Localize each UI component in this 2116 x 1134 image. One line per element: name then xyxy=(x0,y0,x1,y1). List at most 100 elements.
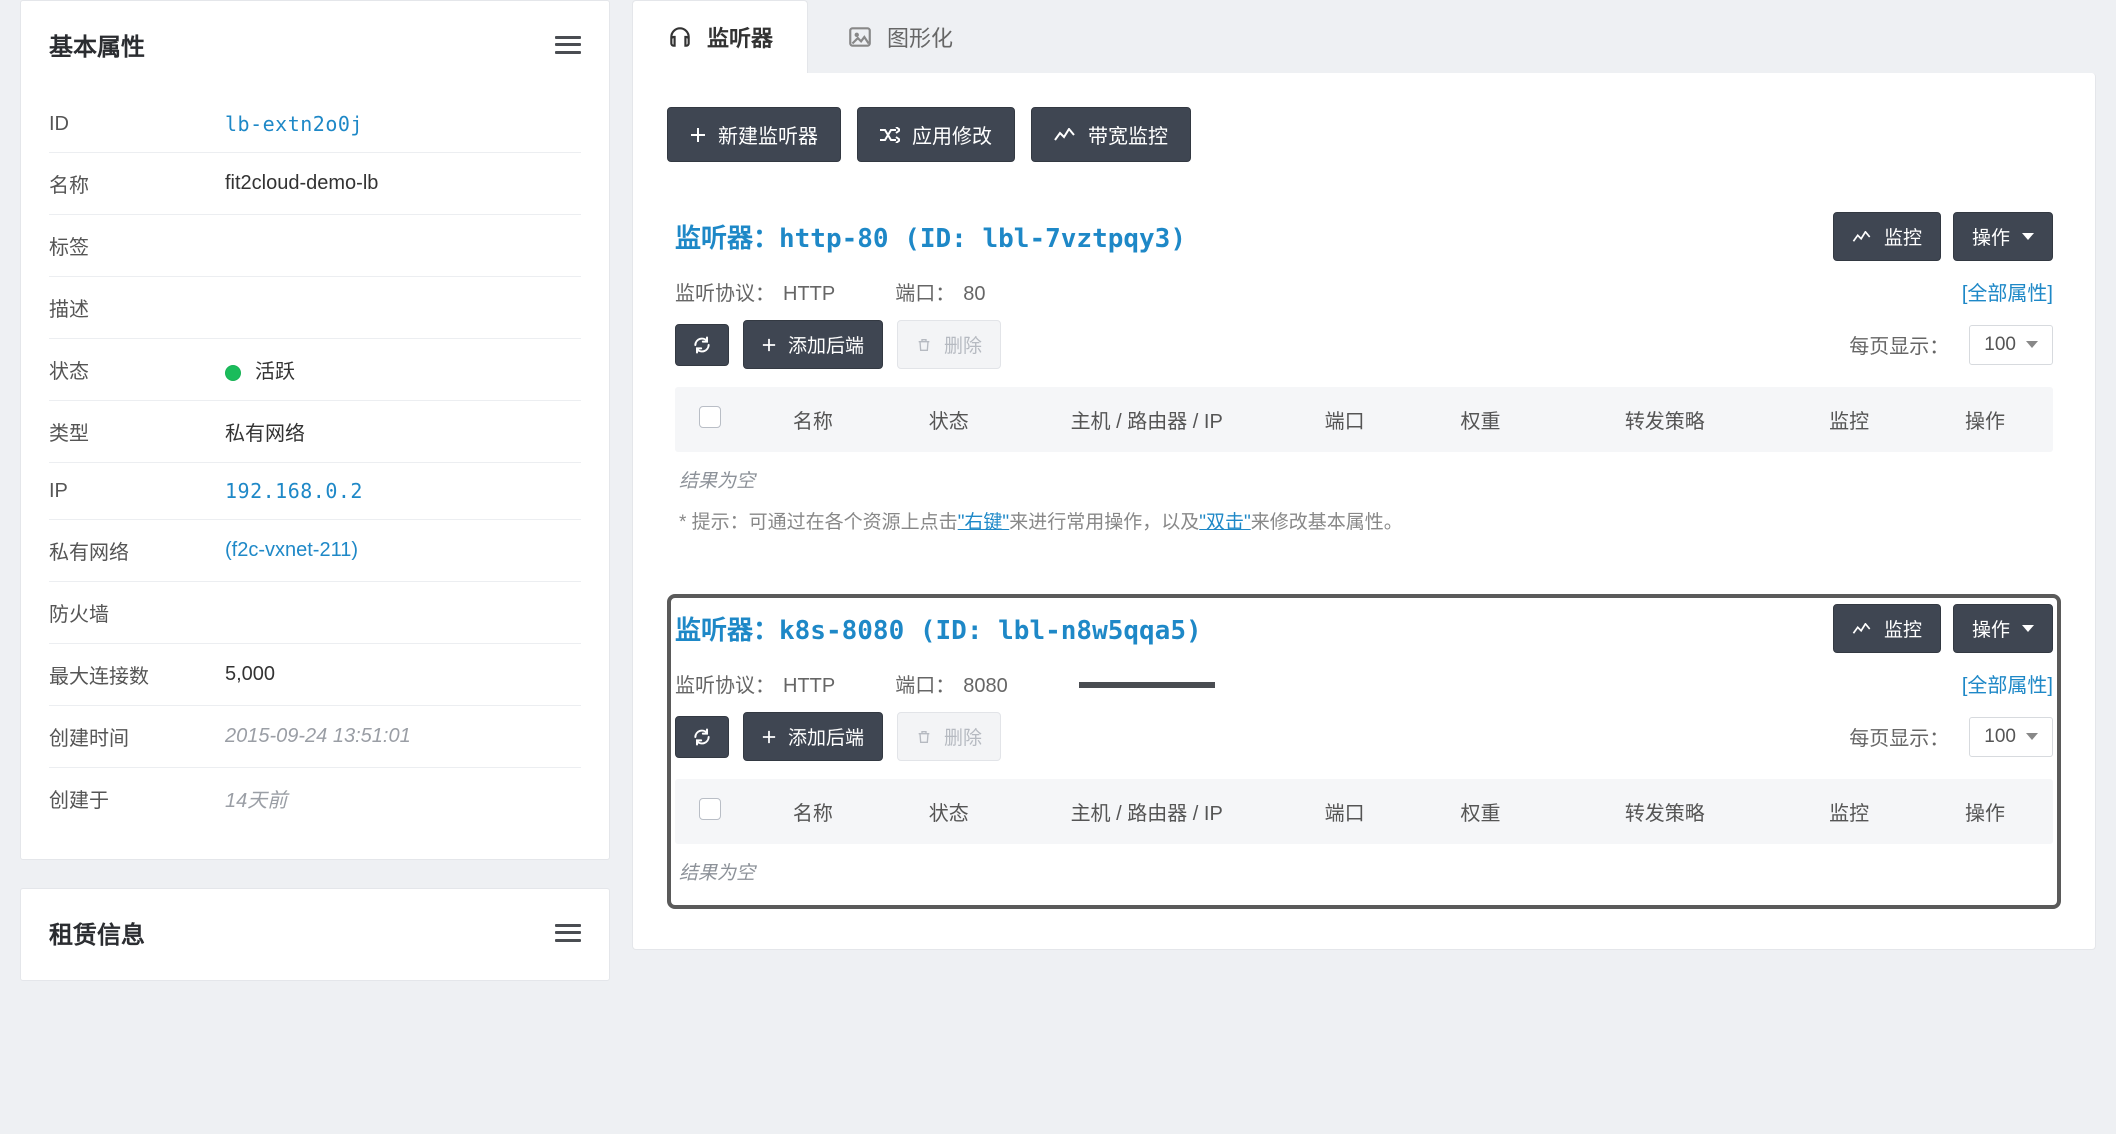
new-listener-button[interactable]: 新建监听器 xyxy=(667,107,841,162)
attr-status-value: 活跃 xyxy=(225,355,295,384)
caret-down-icon xyxy=(2022,625,2034,632)
global-action-bar: 新建监听器 应用修改 带宽监控 xyxy=(667,107,2061,162)
col-port: 端口 xyxy=(1277,779,1413,844)
listener-port: 端口：80 xyxy=(895,277,985,306)
listener-protocol: 监听协议：HTTP xyxy=(675,277,835,306)
per-page-select[interactable]: 100 xyxy=(1969,325,2053,365)
bandwidth-monitor-button[interactable]: 带宽监控 xyxy=(1031,107,1191,162)
apply-changes-button[interactable]: 应用修改 xyxy=(857,107,1015,162)
chart-line-icon xyxy=(1054,128,1076,142)
panel-menu-icon[interactable] xyxy=(555,36,581,54)
attr-tags-label: 标签 xyxy=(49,231,225,260)
col-host: 主机 / 路由器 / IP xyxy=(1017,387,1277,452)
col-policy: 转发策略 xyxy=(1548,387,1781,452)
attr-id-label: ID xyxy=(49,113,225,136)
plus-icon xyxy=(762,338,776,352)
col-policy: 转发策略 xyxy=(1548,779,1781,844)
caret-down-icon xyxy=(2026,733,2038,740)
attr-maxconn-label: 最大连接数 xyxy=(49,660,225,689)
tab-content: 新建监听器 应用修改 带宽监控 监听器：http-80 (ID: lbl-7vz… xyxy=(632,73,2096,950)
monitor-button[interactable]: 监控 xyxy=(1833,604,1941,653)
col-host: 主机 / 路由器 / IP xyxy=(1017,779,1277,844)
attr-name-value: fit2cloud-demo-lb xyxy=(225,172,378,195)
tab-listeners[interactable]: 监听器 xyxy=(632,0,808,73)
chart-line-icon xyxy=(1852,623,1872,635)
plus-icon xyxy=(690,127,706,143)
delete-button: 删除 xyxy=(897,712,1001,761)
all-attributes-link[interactable]: [全部属性] xyxy=(1962,277,2053,306)
basic-attributes-title: 基本属性 xyxy=(49,27,145,62)
col-operate: 操作 xyxy=(1917,387,2053,452)
col-status: 状态 xyxy=(881,779,1017,844)
backend-table: 名称 状态 主机 / 路由器 / IP 端口 权重 转发策略 监控 操作 xyxy=(675,779,2053,844)
refresh-button[interactable] xyxy=(675,716,729,758)
per-page-select[interactable]: 100 xyxy=(1969,717,2053,757)
refresh-icon xyxy=(692,727,712,747)
listener-protocol: 监听协议：HTTP xyxy=(675,669,835,698)
per-page-label: 每页显示： xyxy=(1849,722,1949,751)
tab-bar: 监听器 图形化 xyxy=(632,0,2096,73)
empty-result-note: 结果为空 xyxy=(679,466,2049,493)
delete-button: 删除 xyxy=(897,320,1001,369)
tab-graph[interactable]: 图形化 xyxy=(812,0,988,73)
attr-maxconn-value: 5,000 xyxy=(225,663,275,686)
backend-table: 名称 状态 主机 / 路由器 / IP 端口 权重 转发策略 监控 操作 xyxy=(675,387,2053,452)
trash-icon xyxy=(916,337,932,353)
listener-block: 监听器：k8s-8080 (ID: lbl-n8w5qqa5) 监控 操作 监听… xyxy=(667,594,2061,909)
col-name: 名称 xyxy=(745,779,881,844)
attr-createdby-value: 14天前 xyxy=(225,784,287,813)
operate-dropdown-button[interactable]: 操作 xyxy=(1953,604,2053,653)
select-all-checkbox[interactable] xyxy=(699,406,721,428)
attr-status-label: 状态 xyxy=(49,355,225,384)
col-weight: 权重 xyxy=(1413,779,1549,844)
hint-text: * 提示：可通过在各个资源上点击"右键"来进行常用操作，以及"双击"来修改基本属… xyxy=(679,507,2049,534)
listener-title[interactable]: 监听器：http-80 (ID: lbl-7vztpqy3) xyxy=(675,218,1186,255)
basic-attributes-panel: 基本属性 IDlb-extn2o0j 名称fit2cloud-demo-lb 标… xyxy=(20,0,610,860)
lease-info-panel: 租赁信息 xyxy=(20,888,610,981)
col-status: 状态 xyxy=(881,387,1017,452)
headphones-icon xyxy=(667,24,693,50)
attributes-list: IDlb-extn2o0j 名称fit2cloud-demo-lb 标签 描述 … xyxy=(21,92,609,859)
col-operate: 操作 xyxy=(1917,779,2053,844)
refresh-button[interactable] xyxy=(675,324,729,366)
trash-icon xyxy=(916,729,932,745)
col-name: 名称 xyxy=(745,387,881,452)
attr-createdby-label: 创建于 xyxy=(49,784,225,813)
attr-created-label: 创建时间 xyxy=(49,722,225,751)
attr-created-value: 2015-09-24 13:51:01 xyxy=(225,725,411,748)
add-backend-button[interactable]: 添加后端 xyxy=(743,320,883,369)
select-all-checkbox[interactable] xyxy=(699,798,721,820)
attr-ip-label: IP xyxy=(49,480,225,503)
empty-result-note: 结果为空 xyxy=(679,858,2049,885)
attr-name-label: 名称 xyxy=(49,169,225,198)
image-icon xyxy=(847,24,873,50)
monitor-button[interactable]: 监控 xyxy=(1833,212,1941,261)
panel-menu-icon[interactable] xyxy=(555,924,581,942)
attr-vxnet-value[interactable]: (f2c-vxnet-211) xyxy=(225,539,358,562)
attr-desc-label: 描述 xyxy=(49,293,225,322)
attr-ip-value[interactable]: 192.168.0.2 xyxy=(225,479,363,503)
refresh-icon xyxy=(692,335,712,355)
attr-type-value: 私有网络 xyxy=(225,417,305,446)
listener-title[interactable]: 监听器：k8s-8080 (ID: lbl-n8w5qqa5) xyxy=(675,610,1202,647)
lease-info-title: 租赁信息 xyxy=(49,915,145,950)
attr-firewall-label: 防火墙 xyxy=(49,598,225,627)
attr-id-value[interactable]: lb-extn2o0j xyxy=(225,112,363,136)
plus-icon xyxy=(762,730,776,744)
col-monitor: 监控 xyxy=(1781,779,1917,844)
col-weight: 权重 xyxy=(1413,387,1549,452)
add-backend-button[interactable]: 添加后端 xyxy=(743,712,883,761)
all-attributes-link[interactable]: [全部属性] xyxy=(1962,669,2053,698)
col-monitor: 监控 xyxy=(1781,387,1917,452)
attr-vxnet-label: 私有网络 xyxy=(49,536,225,565)
shuffle-icon xyxy=(880,127,900,143)
annotation-arrow xyxy=(1065,667,1215,703)
caret-down-icon xyxy=(2026,341,2038,348)
attr-type-label: 类型 xyxy=(49,417,225,446)
listener-port: 端口：8080 xyxy=(895,669,1008,698)
status-dot-icon xyxy=(225,365,241,381)
caret-down-icon xyxy=(2022,233,2034,240)
chart-line-icon xyxy=(1852,231,1872,243)
per-page-label: 每页显示： xyxy=(1849,330,1949,359)
operate-dropdown-button[interactable]: 操作 xyxy=(1953,212,2053,261)
